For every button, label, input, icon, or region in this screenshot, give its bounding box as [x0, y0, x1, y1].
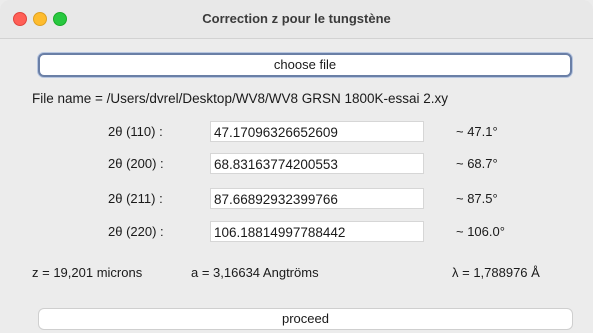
lattice-result: a = 3,16634 Angtröms	[191, 265, 319, 280]
peak-220-approx: ~ 106.0°	[456, 224, 505, 239]
peak-200-field[interactable]: 68.83163774200553	[210, 153, 424, 174]
peak-200-label: 2θ (200) :	[108, 156, 164, 171]
proceed-button[interactable]: proceed	[38, 308, 573, 330]
choose-file-button[interactable]: choose file	[38, 53, 572, 77]
file-name-label: File name = /Users/dvrel/Desktop/WV8/WV8…	[32, 91, 449, 106]
peak-110-label: 2θ (110) :	[108, 124, 163, 139]
peak-211-approx: ~ 87.5°	[456, 191, 498, 206]
title-bar: Correction z pour le tungstène	[0, 0, 593, 39]
peak-110-approx: ~ 47.1°	[456, 124, 498, 139]
z-result: z = 19,201 microns	[32, 265, 143, 280]
app-window: Correction z pour le tungstène choose fi…	[0, 0, 593, 333]
peak-110-field[interactable]: 47.17096326652609	[210, 121, 424, 142]
peak-200-approx: ~ 68.7°	[456, 156, 498, 171]
peak-211-field[interactable]: 87.66892932399766	[210, 188, 424, 209]
peak-220-field[interactable]: 106.18814997788442	[210, 221, 424, 242]
window-title: Correction z pour le tungstène	[202, 11, 391, 26]
peak-220-label: 2θ (220) :	[108, 224, 164, 239]
peak-211-label: 2θ (211) :	[108, 191, 163, 206]
wavelength-result: λ = 1,788976 Å	[452, 265, 540, 280]
